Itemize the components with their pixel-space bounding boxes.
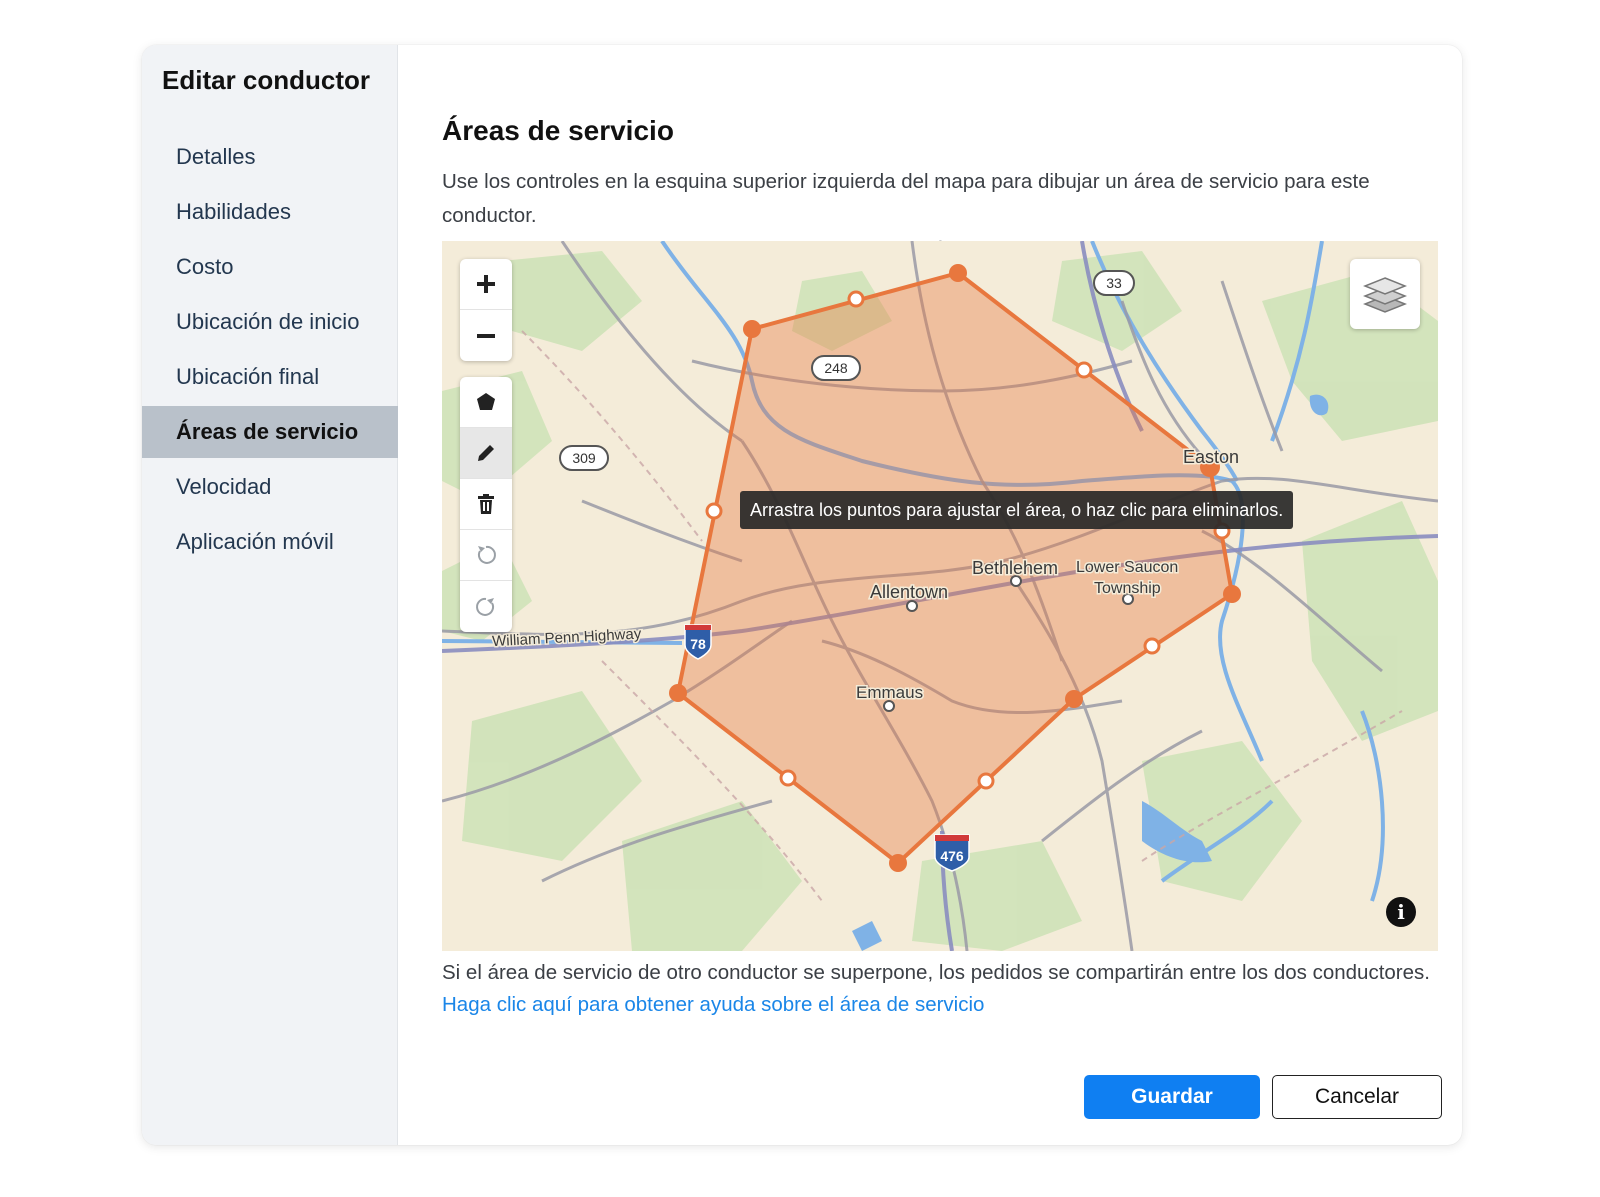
pencil-icon bbox=[478, 445, 494, 461]
label-emmaus: Emmaus bbox=[856, 683, 923, 702]
nav-item-habilidades[interactable]: Habilidades bbox=[142, 186, 398, 238]
shield-i476: 476 bbox=[940, 848, 964, 864]
shield-i78: 78 bbox=[690, 636, 706, 652]
draw-controls bbox=[460, 377, 512, 632]
layers-icon bbox=[1363, 277, 1407, 313]
page-title: Áreas de servicio bbox=[442, 115, 674, 146]
label-allentown: Allentown bbox=[870, 582, 948, 602]
sidebar-nav: Detalles Habilidades Costo Ubicación de … bbox=[142, 131, 398, 571]
map-toolbar bbox=[460, 259, 512, 648]
info-icon[interactable]: i bbox=[1386, 897, 1416, 927]
delete-polygon-button[interactable] bbox=[460, 479, 512, 530]
edit-driver-dialog: Editar conductor Detalles Habilidades Co… bbox=[142, 45, 1462, 1145]
shield-248: 248 bbox=[824, 360, 848, 376]
map-tooltip: Arrastra los puntos para ajustar el área… bbox=[740, 491, 1294, 529]
sidebar-title: Editar conductor bbox=[162, 65, 371, 95]
shield-309: 309 bbox=[572, 450, 596, 466]
redo-icon bbox=[476, 597, 495, 616]
draw-polygon-button[interactable] bbox=[460, 377, 512, 428]
polygon-icon bbox=[477, 393, 495, 410]
zoom-controls bbox=[460, 259, 512, 361]
map-base: Easton Bethlehem Allentown Lower Saucon … bbox=[442, 241, 1438, 951]
overlap-note: Si el área de servicio de otro conductor… bbox=[442, 961, 1430, 984]
service-area-map[interactable]: Easton Bethlehem Allentown Lower Saucon … bbox=[442, 241, 1438, 951]
nav-item-detalles[interactable]: Detalles bbox=[142, 131, 398, 183]
label-township: Township bbox=[1094, 580, 1161, 597]
trash-icon bbox=[478, 494, 494, 514]
save-button[interactable]: Guardar bbox=[1084, 1075, 1260, 1119]
redo-button[interactable] bbox=[460, 581, 512, 632]
description-line-1: Use los controles en la esquina superior… bbox=[442, 170, 1370, 227]
nav-item-ubicacion-inicio[interactable]: Ubicación de inicio bbox=[142, 296, 398, 348]
nav-item-costo[interactable]: Costo bbox=[142, 241, 398, 293]
label-bethlehem: Bethlehem bbox=[972, 558, 1058, 578]
zoom-out-button[interactable] bbox=[460, 310, 512, 361]
shield-33: 33 bbox=[1106, 275, 1122, 291]
nav-item-velocidad[interactable]: Velocidad bbox=[142, 461, 398, 513]
layers-button[interactable] bbox=[1350, 259, 1420, 329]
plus-icon bbox=[477, 275, 495, 293]
nav-item-areas-servicio[interactable]: Áreas de servicio bbox=[142, 406, 398, 458]
zoom-in-button[interactable] bbox=[460, 259, 512, 310]
main-content: Áreas de servicio Use los controles en l… bbox=[398, 45, 1462, 1145]
label-easton: Easton bbox=[1183, 447, 1239, 467]
undo-icon bbox=[477, 545, 496, 564]
minus-icon bbox=[477, 333, 495, 338]
help-link[interactable]: Haga clic aquí para obtener ayuda sobre … bbox=[442, 993, 984, 1017]
undo-button[interactable] bbox=[460, 530, 512, 581]
edit-polygon-button[interactable] bbox=[460, 428, 512, 479]
nav-item-ubicacion-final[interactable]: Ubicación final bbox=[142, 351, 398, 403]
label-lower-saucon: Lower Saucon bbox=[1076, 559, 1178, 576]
sidebar: Editar conductor Detalles Habilidades Co… bbox=[142, 45, 398, 1145]
nav-item-aplicacion-movil[interactable]: Aplicación móvil bbox=[142, 516, 398, 568]
cancel-button[interactable]: Cancelar bbox=[1272, 1075, 1442, 1119]
